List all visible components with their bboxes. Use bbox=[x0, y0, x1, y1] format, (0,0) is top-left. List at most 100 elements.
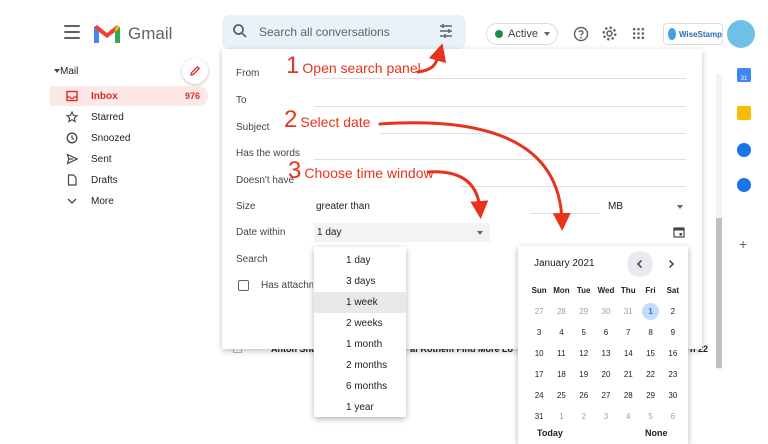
calendar-day[interactable]: 7 bbox=[617, 328, 639, 337]
calendar-app-icon[interactable]: 31 bbox=[737, 68, 751, 82]
prev-month-button[interactable] bbox=[627, 251, 653, 277]
size-operator-select[interactable]: greater than bbox=[316, 201, 370, 212]
size-unit-select[interactable]: MB bbox=[608, 201, 623, 212]
calendar-day-selected[interactable]: 1 bbox=[639, 303, 661, 320]
calendar-day[interactable]: 12 bbox=[573, 349, 595, 358]
dropdown-option[interactable]: 1 year bbox=[314, 397, 406, 418]
calendar-day[interactable]: 23 bbox=[662, 370, 684, 379]
calendar-day[interactable]: 28 bbox=[550, 307, 572, 316]
doesnt-have-input[interactable] bbox=[460, 186, 686, 187]
dropdown-option[interactable]: 1 month bbox=[314, 334, 406, 355]
calendar-day[interactable]: 22 bbox=[639, 370, 661, 379]
dropdown-option[interactable]: 2 months bbox=[314, 355, 406, 376]
calendar-day[interactable]: 30 bbox=[662, 391, 684, 400]
calendar-day[interactable]: 5 bbox=[639, 412, 661, 421]
calendar-day[interactable]: 10 bbox=[528, 349, 550, 358]
gmail-logo-icon bbox=[94, 25, 120, 43]
calendar-day[interactable]: 31 bbox=[617, 307, 639, 316]
calendar-week: 17 18 19 20 21 22 23 bbox=[528, 364, 684, 385]
calendar-day[interactable]: 2 bbox=[662, 307, 684, 316]
wisestamp-button[interactable]: WiseStamp bbox=[663, 23, 723, 45]
sidebar-item-sent[interactable]: Sent bbox=[50, 149, 208, 169]
calendar-day[interactable]: 27 bbox=[595, 391, 617, 400]
dropdown-option[interactable]: 2 weeks bbox=[314, 313, 406, 334]
sidebar-item-snoozed[interactable]: Snoozed bbox=[50, 128, 208, 148]
date-within-value[interactable]: 1 day bbox=[317, 227, 341, 238]
weekday-header: Sun Mon Tue Wed Thu Fri Sat bbox=[528, 280, 684, 301]
calendar-day[interactable]: 4 bbox=[550, 328, 572, 337]
calendar-today-button[interactable]: Today bbox=[537, 428, 563, 438]
compose-button[interactable] bbox=[182, 58, 208, 84]
search-input[interactable]: Search all conversations bbox=[259, 25, 390, 39]
has-attachment-checkbox[interactable] bbox=[238, 280, 249, 291]
calendar-none-button[interactable]: None bbox=[645, 428, 668, 438]
avatar[interactable] bbox=[727, 20, 755, 48]
calendar-day[interactable]: 30 bbox=[595, 307, 617, 316]
subject-input[interactable] bbox=[380, 133, 686, 134]
calendar-week: 27 28 29 30 31 1 2 bbox=[528, 301, 684, 322]
help-icon[interactable] bbox=[573, 26, 589, 42]
chevron-down-icon[interactable] bbox=[677, 205, 683, 209]
status-dot-icon bbox=[495, 30, 503, 38]
mail-section-label[interactable]: Mail bbox=[60, 66, 78, 77]
sidebar-item-starred[interactable]: Starred bbox=[50, 107, 208, 127]
calendar-day[interactable]: 11 bbox=[550, 349, 572, 358]
calendar-day[interactable]: 9 bbox=[662, 328, 684, 337]
calendar-day[interactable]: 3 bbox=[595, 412, 617, 421]
annotation-number: 2 bbox=[284, 106, 298, 133]
next-month-button[interactable] bbox=[658, 251, 684, 277]
search-icon[interactable] bbox=[232, 23, 248, 39]
calendar-day[interactable]: 29 bbox=[573, 307, 595, 316]
calendar-day[interactable]: 24 bbox=[528, 391, 550, 400]
apps-grid-icon[interactable] bbox=[632, 27, 645, 40]
calendar-day[interactable]: 18 bbox=[550, 370, 572, 379]
calendar-day[interactable]: 3 bbox=[528, 328, 550, 337]
calendar-day[interactable]: 2 bbox=[573, 412, 595, 421]
calendar-day[interactable]: 26 bbox=[573, 391, 595, 400]
calendar-day[interactable]: 31 bbox=[528, 412, 550, 421]
draft-icon bbox=[65, 173, 79, 187]
calendar-day[interactable]: 28 bbox=[617, 391, 639, 400]
dropdown-option[interactable]: 6 months bbox=[314, 376, 406, 397]
sidebar-item-drafts[interactable]: Drafts bbox=[50, 170, 208, 190]
calendar-day[interactable]: 17 bbox=[528, 370, 550, 379]
chevron-down-icon bbox=[543, 32, 550, 36]
calendar-day[interactable]: 1 bbox=[550, 412, 572, 421]
calendar-icon[interactable] bbox=[673, 226, 685, 238]
has-attachment-label[interactable]: Has attachment bbox=[261, 280, 313, 291]
calendar-day[interactable]: 14 bbox=[617, 349, 639, 358]
calendar-day[interactable]: 5 bbox=[573, 328, 595, 337]
calendar-day[interactable]: 6 bbox=[662, 412, 684, 421]
keep-app-icon[interactable] bbox=[737, 106, 751, 120]
calendar-day[interactable]: 6 bbox=[595, 328, 617, 337]
calendar-day[interactable]: 8 bbox=[639, 328, 661, 337]
calendar-day[interactable]: 25 bbox=[550, 391, 572, 400]
sidebar-item-inbox[interactable]: Inbox 976 bbox=[50, 86, 208, 106]
date-within-dropdown: 1 day 3 days 1 week 2 weeks 1 month 2 mo… bbox=[314, 247, 406, 417]
chevron-down-icon bbox=[65, 194, 79, 208]
contacts-app-icon[interactable] bbox=[737, 178, 751, 192]
chevron-down-icon[interactable] bbox=[477, 231, 483, 235]
tasks-app-icon[interactable] bbox=[737, 143, 751, 157]
dropdown-option-highlighted[interactable]: 1 week bbox=[314, 292, 406, 313]
calendar-day[interactable]: 4 bbox=[617, 412, 639, 421]
calendar-day[interactable]: 19 bbox=[573, 370, 595, 379]
calendar-day[interactable]: 15 bbox=[639, 349, 661, 358]
calendar-day[interactable]: 27 bbox=[528, 307, 550, 316]
calendar-day[interactable]: 20 bbox=[595, 370, 617, 379]
scrollbar-thumb[interactable] bbox=[716, 218, 722, 368]
size-value-input[interactable] bbox=[530, 213, 600, 214]
calendar-day[interactable]: 21 bbox=[617, 370, 639, 379]
search-options-icon[interactable] bbox=[438, 23, 454, 39]
status-selector[interactable]: Active bbox=[486, 23, 558, 45]
status-label: Active bbox=[508, 28, 538, 40]
sidebar-item-more[interactable]: More bbox=[50, 191, 208, 211]
dropdown-option[interactable]: 1 day bbox=[314, 250, 406, 271]
gear-icon[interactable] bbox=[601, 25, 618, 42]
calendar-day[interactable]: 29 bbox=[639, 391, 661, 400]
add-addon-icon[interactable]: + bbox=[739, 236, 747, 252]
dropdown-option[interactable]: 3 days bbox=[314, 271, 406, 292]
main-menu-button[interactable] bbox=[64, 25, 80, 39]
calendar-day[interactable]: 16 bbox=[662, 349, 684, 358]
calendar-day[interactable]: 13 bbox=[595, 349, 617, 358]
